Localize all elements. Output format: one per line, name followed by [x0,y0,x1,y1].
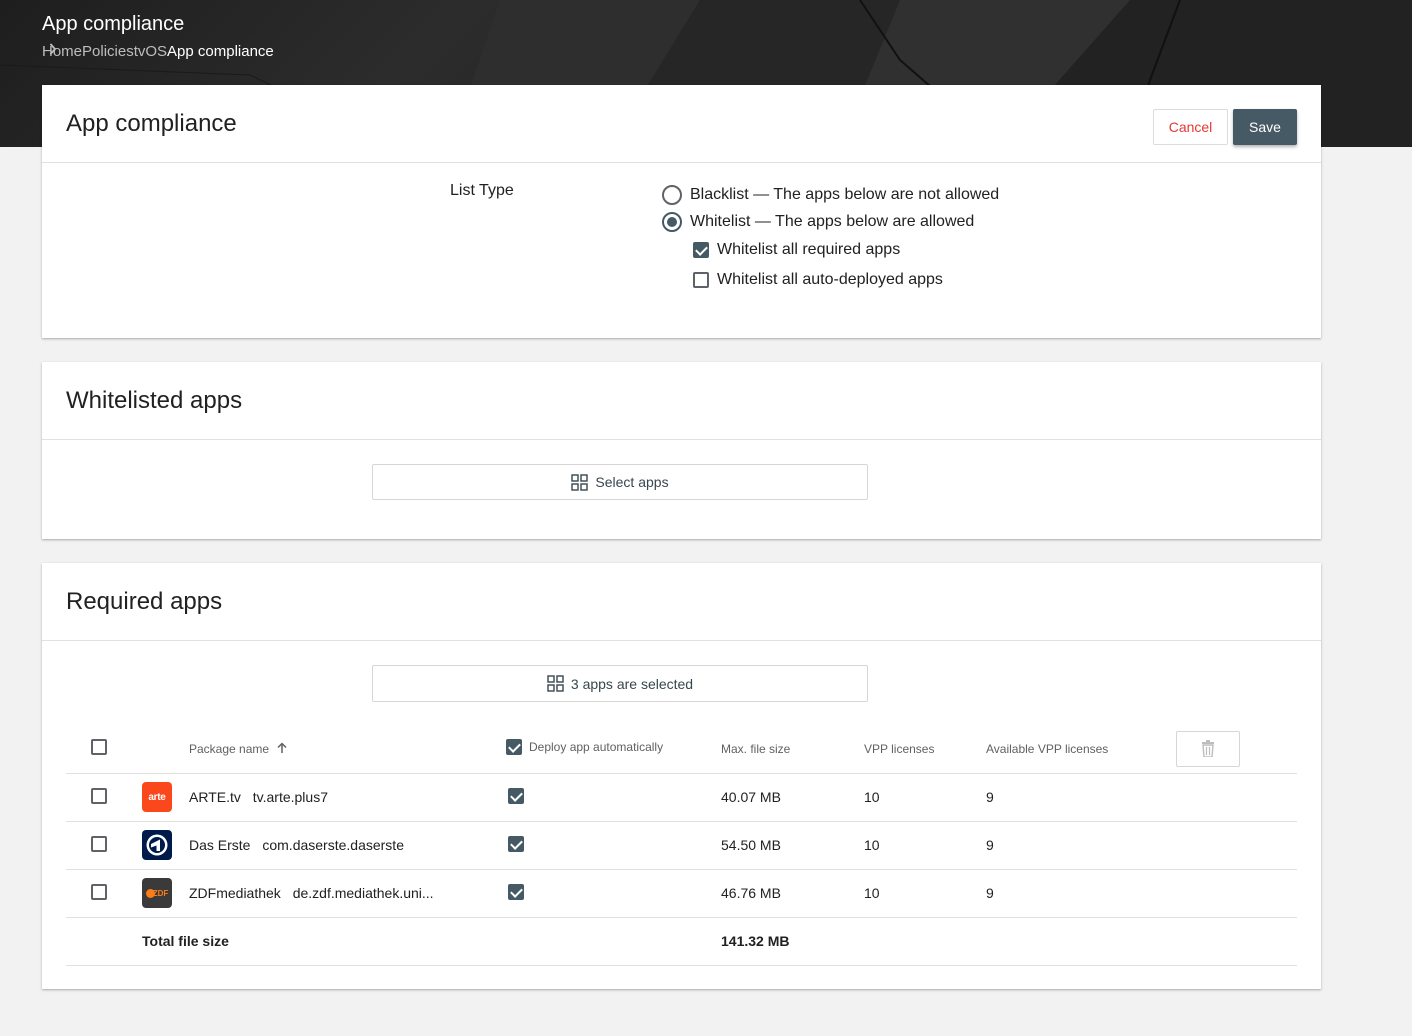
card-title: Whitelisted apps [66,387,243,414]
chevron-right-icon [49,43,57,55]
table-row[interactable]: ZDF ZDFmediathek de.zdf.mediathek.uni...… [66,869,1297,918]
card-header: App compliance Cancel Save [42,85,1321,163]
vpp-licenses: 10 [864,773,986,822]
table-row[interactable]: arte ARTE.tv tv.arte.plus7 40.07 MB 10 9 [66,773,1297,822]
breadcrumb-home[interactable]: Home [42,43,82,60]
row-checkbox[interactable] [91,835,107,852]
available-vpp-licenses: 9 [986,869,1176,918]
max-file-size: 40.07 MB [721,773,864,822]
app-package: de.zdf.mediathek.uni... [292,885,434,901]
delete-button[interactable] [1176,730,1240,767]
deploy-checkbox[interactable] [508,883,524,900]
column-header-package-name[interactable]: Package name [189,742,269,756]
breadcrumb-current: App compliance [167,43,274,60]
whitelist-label: Whitelist — The apps below are allowed [690,213,975,230]
whitelist-auto-deployed-option[interactable]: Whitelist all auto-deployed apps [693,271,943,289]
app-name: Das Erste [189,837,251,853]
required-apps-select-label: 3 apps are selected [570,675,694,692]
breadcrumb-tvos[interactable]: tvOS [134,43,167,60]
row-checkbox[interactable] [91,883,107,900]
card-title: App compliance [66,110,237,137]
header-title: App compliance [42,13,185,35]
arte-icon: arte [142,782,172,812]
app-name: ARTE.tv [189,789,241,805]
row-checkbox[interactable] [91,787,107,804]
deploy-checkbox[interactable] [508,787,524,804]
das-erste-icon [142,830,172,860]
trash-icon [1202,740,1214,758]
breadcrumb-policies[interactable]: Policies [82,43,134,60]
vpp-licenses: 10 [864,869,986,918]
whitelist-auto-deployed-label: Whitelist all auto-deployed apps [717,271,943,288]
column-header-max-size: Max. file size [721,725,864,774]
card-header: Required apps [42,563,1321,641]
select-apps-label: Select apps [595,474,669,490]
total-label: Total file size [142,917,721,966]
blacklist-option[interactable]: Blacklist — The apps below are not allow… [662,185,999,205]
whitelist-option[interactable]: Whitelist — The apps below are allowed [662,212,974,232]
column-header-available-vpp: Available VPP licenses [986,725,1176,774]
whitelist-auto-deployed-checkbox[interactable] [693,272,709,288]
vpp-licenses: 10 [864,821,986,870]
column-header-deploy: Deploy app automatically [529,740,664,755]
whitelist-required-checkbox[interactable] [693,242,709,258]
app-compliance-card: App compliance Cancel Save List Type Bla… [42,85,1321,338]
app-package: tv.arte.plus7 [252,789,328,805]
whitelisted-apps-card: Whitelisted apps Select apps [42,362,1321,539]
card-title: Required apps [66,588,223,615]
table-row[interactable]: Das Erste com.daserste.daserste 54.50 MB… [66,821,1297,870]
deploy-all-checkbox[interactable] [506,739,522,756]
column-header-vpp: VPP licenses [864,725,986,774]
grid-icon [571,473,589,491]
available-vpp-licenses: 9 [986,821,1176,870]
zdf-icon: ZDF [142,878,172,908]
whitelist-required-label: Whitelist all required apps [717,241,901,258]
sort-arrow-up-icon[interactable] [276,742,288,754]
blacklist-radio[interactable] [662,185,682,205]
select-apps-button[interactable]: Select apps [372,464,868,500]
select-all-checkbox[interactable] [91,739,107,756]
total-file-size: 141.32 MB [721,917,864,966]
cancel-button[interactable]: Cancel [1153,109,1228,145]
app-package: com.daserste.daserste [262,837,404,853]
required-apps-select-button[interactable]: 3 apps are selected [372,665,868,702]
whitelist-radio[interactable] [662,212,682,232]
required-apps-card: Required apps 3 apps are selected Packag… [42,563,1321,989]
total-row: Total file size 141.32 MB [66,917,1297,966]
table-header-row: Package name Deploy app automatically Ma… [66,725,1297,774]
app-name: ZDFmediathek [189,885,281,901]
save-button[interactable]: Save [1233,109,1297,145]
max-file-size: 46.76 MB [721,869,864,918]
whitelist-required-option[interactable]: Whitelist all required apps [693,241,900,259]
card-header: Whitelisted apps [42,362,1321,440]
available-vpp-licenses: 9 [986,773,1176,822]
deploy-checkbox[interactable] [508,835,524,852]
max-file-size: 54.50 MB [721,821,864,870]
list-type-label: List Type [450,182,514,199]
breadcrumb: Home Policies tvOS App compliance [42,43,274,60]
grid-icon [547,675,564,692]
required-apps-table: Package name Deploy app automatically Ma… [66,725,1297,966]
blacklist-label: Blacklist — The apps below are not allow… [690,186,1000,203]
